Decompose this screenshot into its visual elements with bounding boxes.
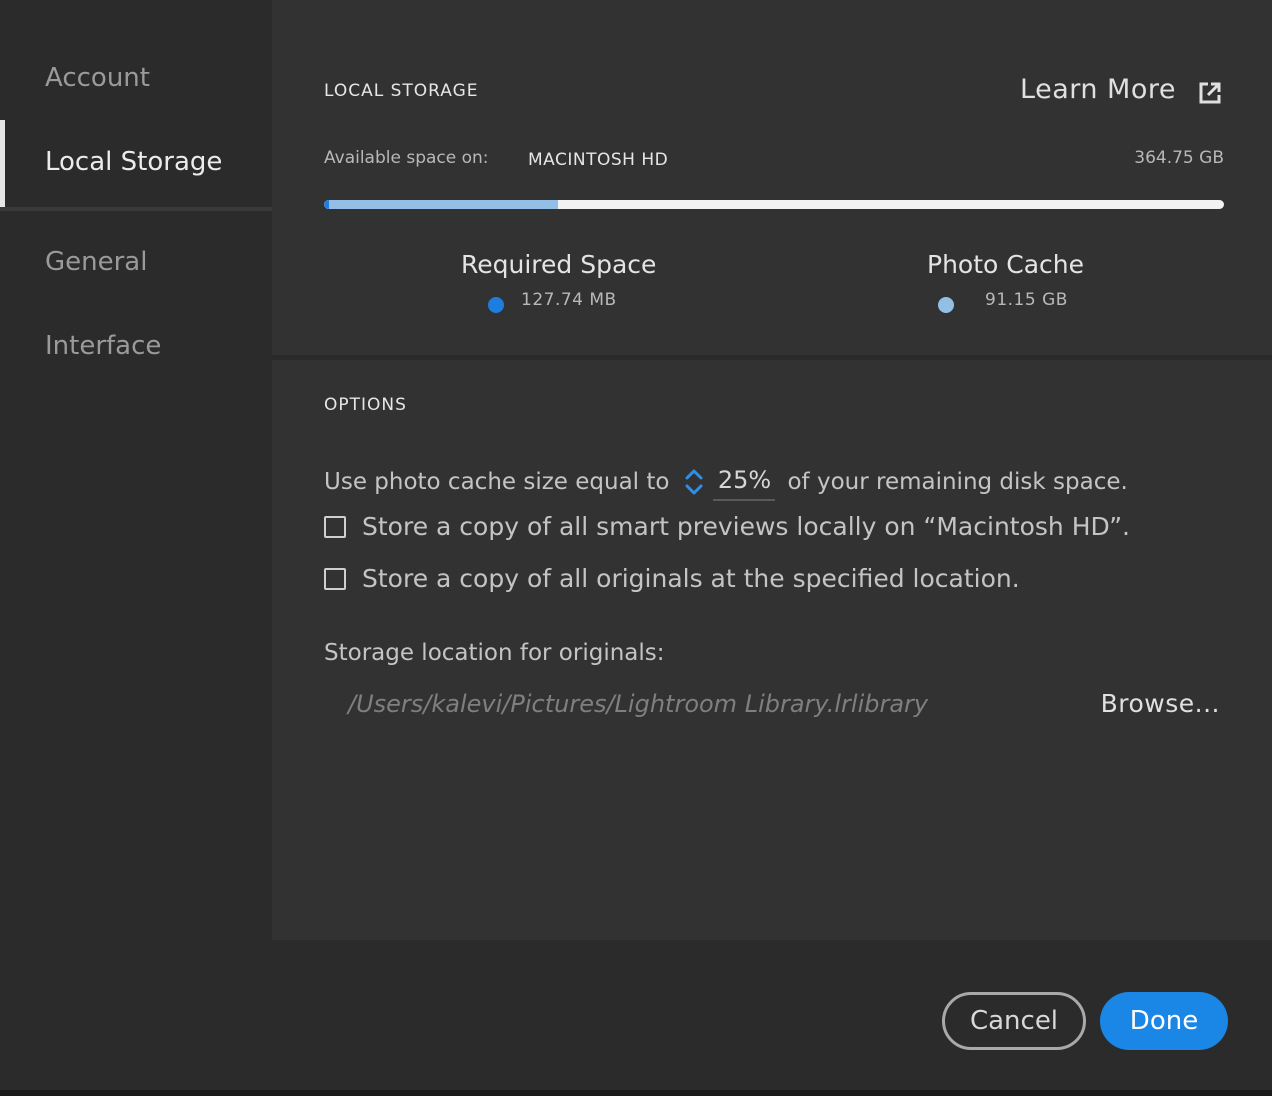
originals-option: Store a copy of all originals at the spe… — [324, 564, 1020, 593]
photo-cache-value: 91.15 GB — [985, 290, 1068, 310]
preferences-dialog: Account Local Storage General Interface … — [0, 0, 1272, 1096]
storage-usage-bar — [324, 200, 1224, 209]
available-space-label: Available space on: — [324, 148, 489, 168]
done-button[interactable]: Done — [1100, 992, 1228, 1050]
sidebar: Account Local Storage General Interface — [0, 0, 272, 940]
required-space-value: 127.74 MB — [521, 290, 617, 310]
drive-name: MACINTOSH HD — [528, 150, 669, 170]
local-storage-heading: LOCAL STORAGE — [324, 81, 479, 101]
smart-previews-checkbox[interactable] — [324, 515, 346, 538]
originals-label: Store a copy of all originals at the spe… — [362, 564, 1020, 593]
options-heading: OPTIONS — [324, 395, 407, 415]
required-space-title: Required Space — [461, 250, 657, 279]
photo-cache-title: Photo Cache — [927, 250, 1085, 279]
browse-button[interactable]: Browse... — [1101, 689, 1220, 718]
photo-cache-fill — [324, 200, 558, 209]
drive-size: 364.75 GB — [1134, 148, 1224, 168]
required-space-fill — [324, 200, 329, 209]
required-space-dot — [488, 297, 504, 313]
cache-size-row: Use photo cache size equal to 25% of you… — [324, 462, 1128, 502]
stepper-chevrons-icon[interactable] — [683, 466, 705, 498]
cancel-button[interactable]: Cancel — [942, 992, 1086, 1050]
storage-location-label: Storage location for originals: — [324, 640, 665, 666]
section-divider — [272, 355, 1272, 360]
smart-previews-option: Store a copy of all smart previews local… — [324, 512, 1130, 541]
sidebar-item-account[interactable]: Account — [0, 36, 272, 120]
sidebar-item-local-storage[interactable]: Local Storage — [0, 120, 272, 208]
cache-percent-field[interactable]: 25% — [713, 463, 776, 501]
sidebar-item-general[interactable]: General — [0, 220, 272, 304]
photo-cache-dot — [938, 297, 954, 313]
smart-previews-label: Store a copy of all smart previews local… — [362, 512, 1130, 541]
storage-location-path: /Users/kalevi/Pictures/Lightroom Library… — [348, 690, 929, 718]
originals-checkbox[interactable] — [324, 567, 346, 590]
external-link-icon[interactable] — [1198, 81, 1222, 105]
learn-more-link[interactable]: Learn More — [1020, 74, 1176, 105]
sidebar-item-interface[interactable]: Interface — [0, 304, 272, 388]
cache-size-suffix: of your remaining disk space. — [787, 469, 1128, 495]
cache-size-prefix: Use photo cache size equal to — [324, 469, 670, 495]
window-bottom-edge — [0, 1090, 1272, 1096]
sidebar-divider — [0, 207, 272, 211]
